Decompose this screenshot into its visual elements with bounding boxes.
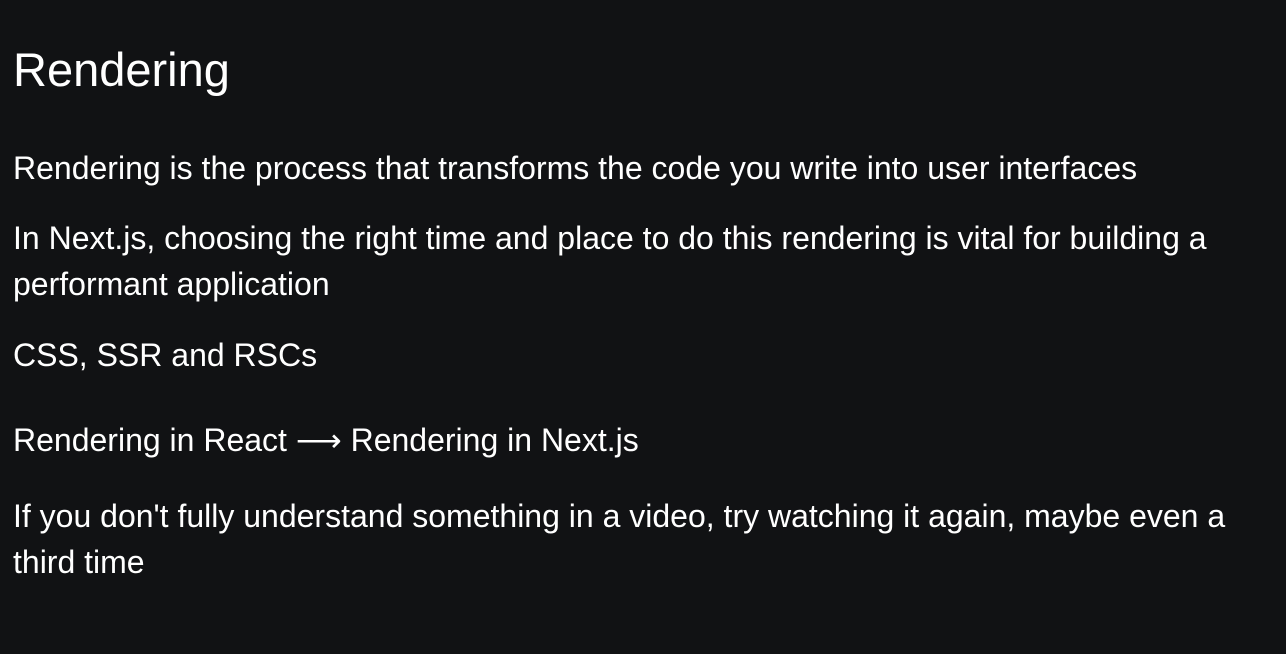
paragraph-advice: If you don't fully understand something …: [13, 498, 1226, 580]
paragraph-definition: Rendering is the process that transforms…: [13, 150, 1138, 186]
paragraph-rendering-types: CSS, SSR and RSCs: [13, 337, 318, 373]
slide-title: Rendering: [13, 43, 230, 96]
slide: Rendering Rendering is the process that …: [0, 0, 1286, 654]
paragraph-nextjs-importance: In Next.js, choosing the right time and …: [13, 220, 1207, 302]
paragraph-react-to-nextjs: Rendering in React ⟶ Rendering in Next.j…: [13, 422, 639, 458]
